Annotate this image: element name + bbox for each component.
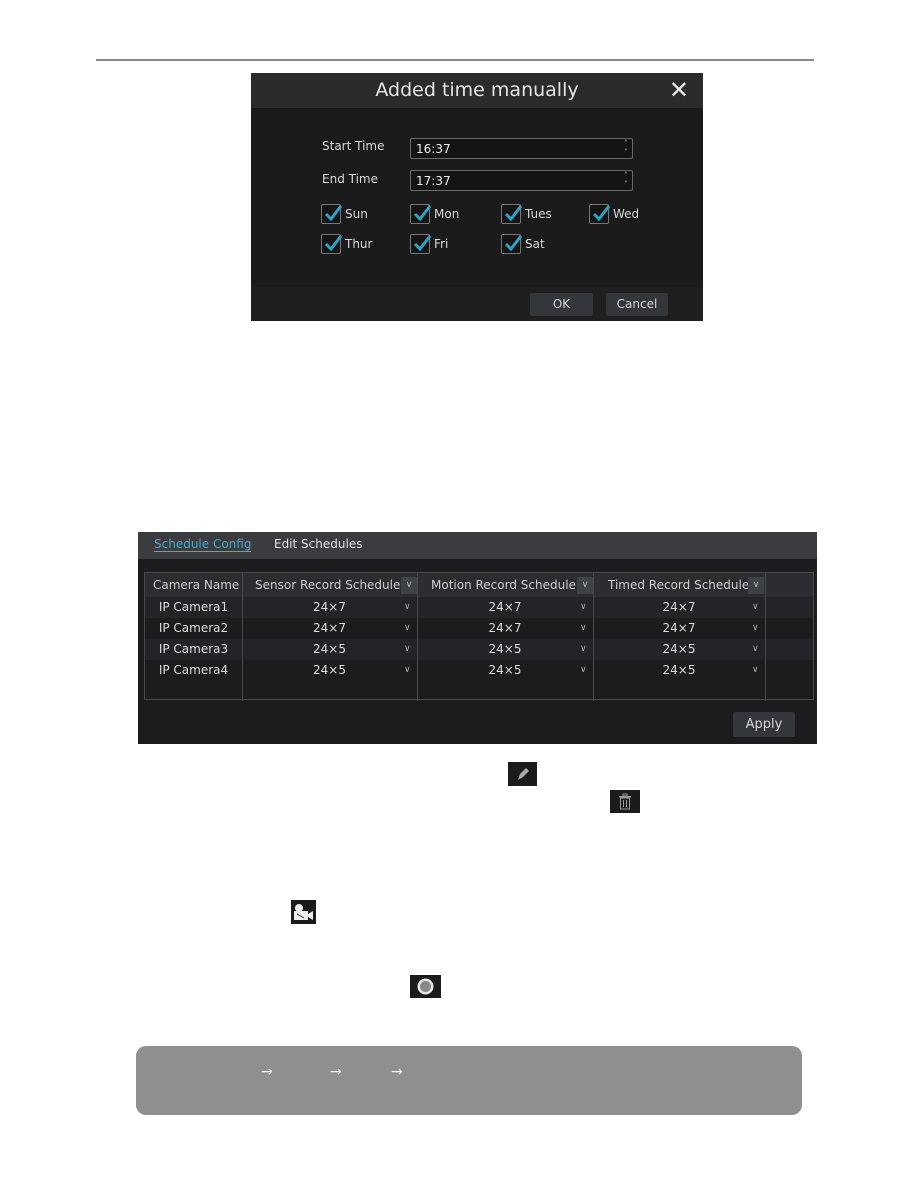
header-rule: [96, 59, 814, 61]
arrow-icon: →: [391, 1064, 403, 1080]
checkbox-wed[interactable]: Wed: [589, 204, 639, 224]
record-circle-icon: [410, 975, 441, 998]
checkbox-mon[interactable]: Mon: [410, 204, 459, 224]
table-header: Camera Name Sensor Record Schedule ∨ Mot…: [145, 573, 813, 597]
schedule-select[interactable]: 24×7: [242, 597, 417, 618]
chevron-down-icon[interactable]: ∨: [580, 618, 587, 639]
schedule-select[interactable]: 24×7: [417, 618, 593, 639]
schedule-select[interactable]: 24×5: [593, 639, 765, 660]
start-time-label: Start Time: [322, 139, 385, 153]
spinner-icon[interactable]: ˄ ˅: [624, 139, 628, 157]
chevron-down-icon[interactable]: ∨: [752, 660, 759, 681]
chevron-down-icon[interactable]: ∨: [404, 597, 411, 618]
chevron-down-icon[interactable]: ∨: [404, 639, 411, 660]
camera-name: IP Camera2: [158, 621, 229, 635]
checkbox-thur[interactable]: Thur: [321, 234, 372, 254]
record-camera-icon: [291, 900, 316, 924]
chevron-down-icon[interactable]: ∨: [580, 660, 587, 681]
tab-edit-schedules[interactable]: Edit Schedules: [274, 537, 362, 551]
chevron-down-icon[interactable]: ∨: [577, 577, 593, 594]
day-label: Sat: [525, 237, 545, 251]
schedule-select[interactable]: 24×7: [242, 618, 417, 639]
apply-button[interactable]: Apply: [733, 712, 795, 737]
checkbox-icon[interactable]: [321, 234, 343, 254]
col-sensor: Sensor Record Schedule: [255, 578, 401, 592]
chevron-down-icon[interactable]: ∨: [580, 597, 587, 618]
checkbox-sun[interactable]: Sun: [321, 204, 368, 224]
close-icon[interactable]: ✕: [669, 77, 689, 103]
end-time-label: End Time: [322, 172, 378, 186]
day-label: Wed: [613, 207, 640, 221]
chevron-down-icon[interactable]: ∨: [404, 618, 411, 639]
tab-bar: Schedule Config Edit Schedules: [138, 532, 817, 559]
divider: [417, 573, 418, 701]
col-motion: Motion Record Schedule: [431, 578, 576, 592]
col-timed: Timed Record Schedule: [608, 578, 750, 592]
checkbox-tues[interactable]: Tues: [501, 204, 552, 224]
start-time-input[interactable]: 16:37 ˄ ˅: [410, 138, 633, 159]
camera-name: IP Camera3: [158, 642, 229, 656]
schedule-table: Camera Name Sensor Record Schedule ∨ Mot…: [144, 572, 814, 701]
checkbox-sat[interactable]: Sat: [501, 234, 545, 254]
table-row: IP Camera4 24×5 ∨ 24×5 ∨ 24×5 ∨: [145, 660, 813, 681]
table-row: IP Camera1 24×7 ∨ 24×7 ∨ 24×7 ∨: [145, 597, 813, 618]
chevron-down-icon[interactable]: ∨: [752, 618, 759, 639]
day-label: Fri: [434, 237, 449, 251]
arrow-icon: →: [261, 1064, 273, 1080]
day-label: Sun: [345, 207, 368, 221]
schedule-select[interactable]: 24×7: [593, 597, 765, 618]
dialog-footer: OK Cancel: [251, 287, 703, 321]
schedule-select[interactable]: 24×5: [242, 660, 417, 681]
camera-name: IP Camera1: [158, 600, 229, 614]
checkbox-icon[interactable]: [321, 204, 343, 224]
chevron-down-icon[interactable]: ∨: [748, 577, 764, 594]
divider: [765, 573, 766, 701]
checkbox-icon[interactable]: [501, 204, 523, 224]
chevron-down-icon[interactable]: ∨: [752, 597, 759, 618]
edit-pencil-icon: [508, 762, 537, 786]
table-row: IP Camera2 24×7 ∨ 24×7 ∨ 24×7 ∨: [145, 618, 813, 639]
chevron-down-icon[interactable]: ∨: [401, 577, 417, 594]
schedule-panel: Schedule Config Edit Schedules Camera Na…: [138, 532, 817, 744]
ok-button[interactable]: OK: [530, 293, 593, 316]
chevron-down-icon[interactable]: ∨: [404, 660, 411, 681]
divider: [242, 573, 243, 701]
chevron-down-icon[interactable]: ∨: [580, 639, 587, 660]
divider: [593, 573, 594, 701]
arrow-icon: →: [330, 1064, 342, 1080]
checkbox-fri[interactable]: Fri: [410, 234, 448, 254]
schedule-select[interactable]: 24×5: [417, 639, 593, 660]
schedule-select[interactable]: 24×7: [593, 618, 765, 639]
schedule-select[interactable]: 24×5: [242, 639, 417, 660]
day-label: Tues: [525, 207, 552, 221]
table-row: IP Camera3 24×5 ∨ 24×5 ∨ 24×5 ∨: [145, 639, 813, 660]
checkbox-icon[interactable]: [410, 234, 432, 254]
schedule-select[interactable]: 24×7: [417, 597, 593, 618]
checkbox-icon[interactable]: [589, 204, 611, 224]
day-label: Thur: [345, 237, 373, 251]
trash-icon: [610, 790, 640, 813]
col-camera-name: Camera Name: [153, 578, 240, 592]
added-time-dialog: Added time manually ✕ Start Time 16:37 ˄ ˅…: [251, 73, 703, 321]
spinner-icon[interactable]: ˄ ˅: [624, 171, 628, 189]
cancel-button[interactable]: Cancel: [606, 293, 668, 316]
end-time-input[interactable]: 17:37 ˄ ˅: [410, 170, 633, 191]
day-label: Mon: [434, 207, 460, 221]
checkbox-icon[interactable]: [501, 234, 523, 254]
chevron-down-icon[interactable]: ∨: [752, 639, 759, 660]
camera-name: IP Camera4: [158, 663, 229, 677]
note-box: → → →: [136, 1046, 802, 1115]
dialog-title: Added time manually: [251, 73, 703, 108]
tab-schedule-config[interactable]: Schedule Config: [154, 537, 252, 552]
schedule-select[interactable]: 24×5: [417, 660, 593, 681]
checkbox-icon[interactable]: [410, 204, 432, 224]
schedule-select[interactable]: 24×5: [593, 660, 765, 681]
